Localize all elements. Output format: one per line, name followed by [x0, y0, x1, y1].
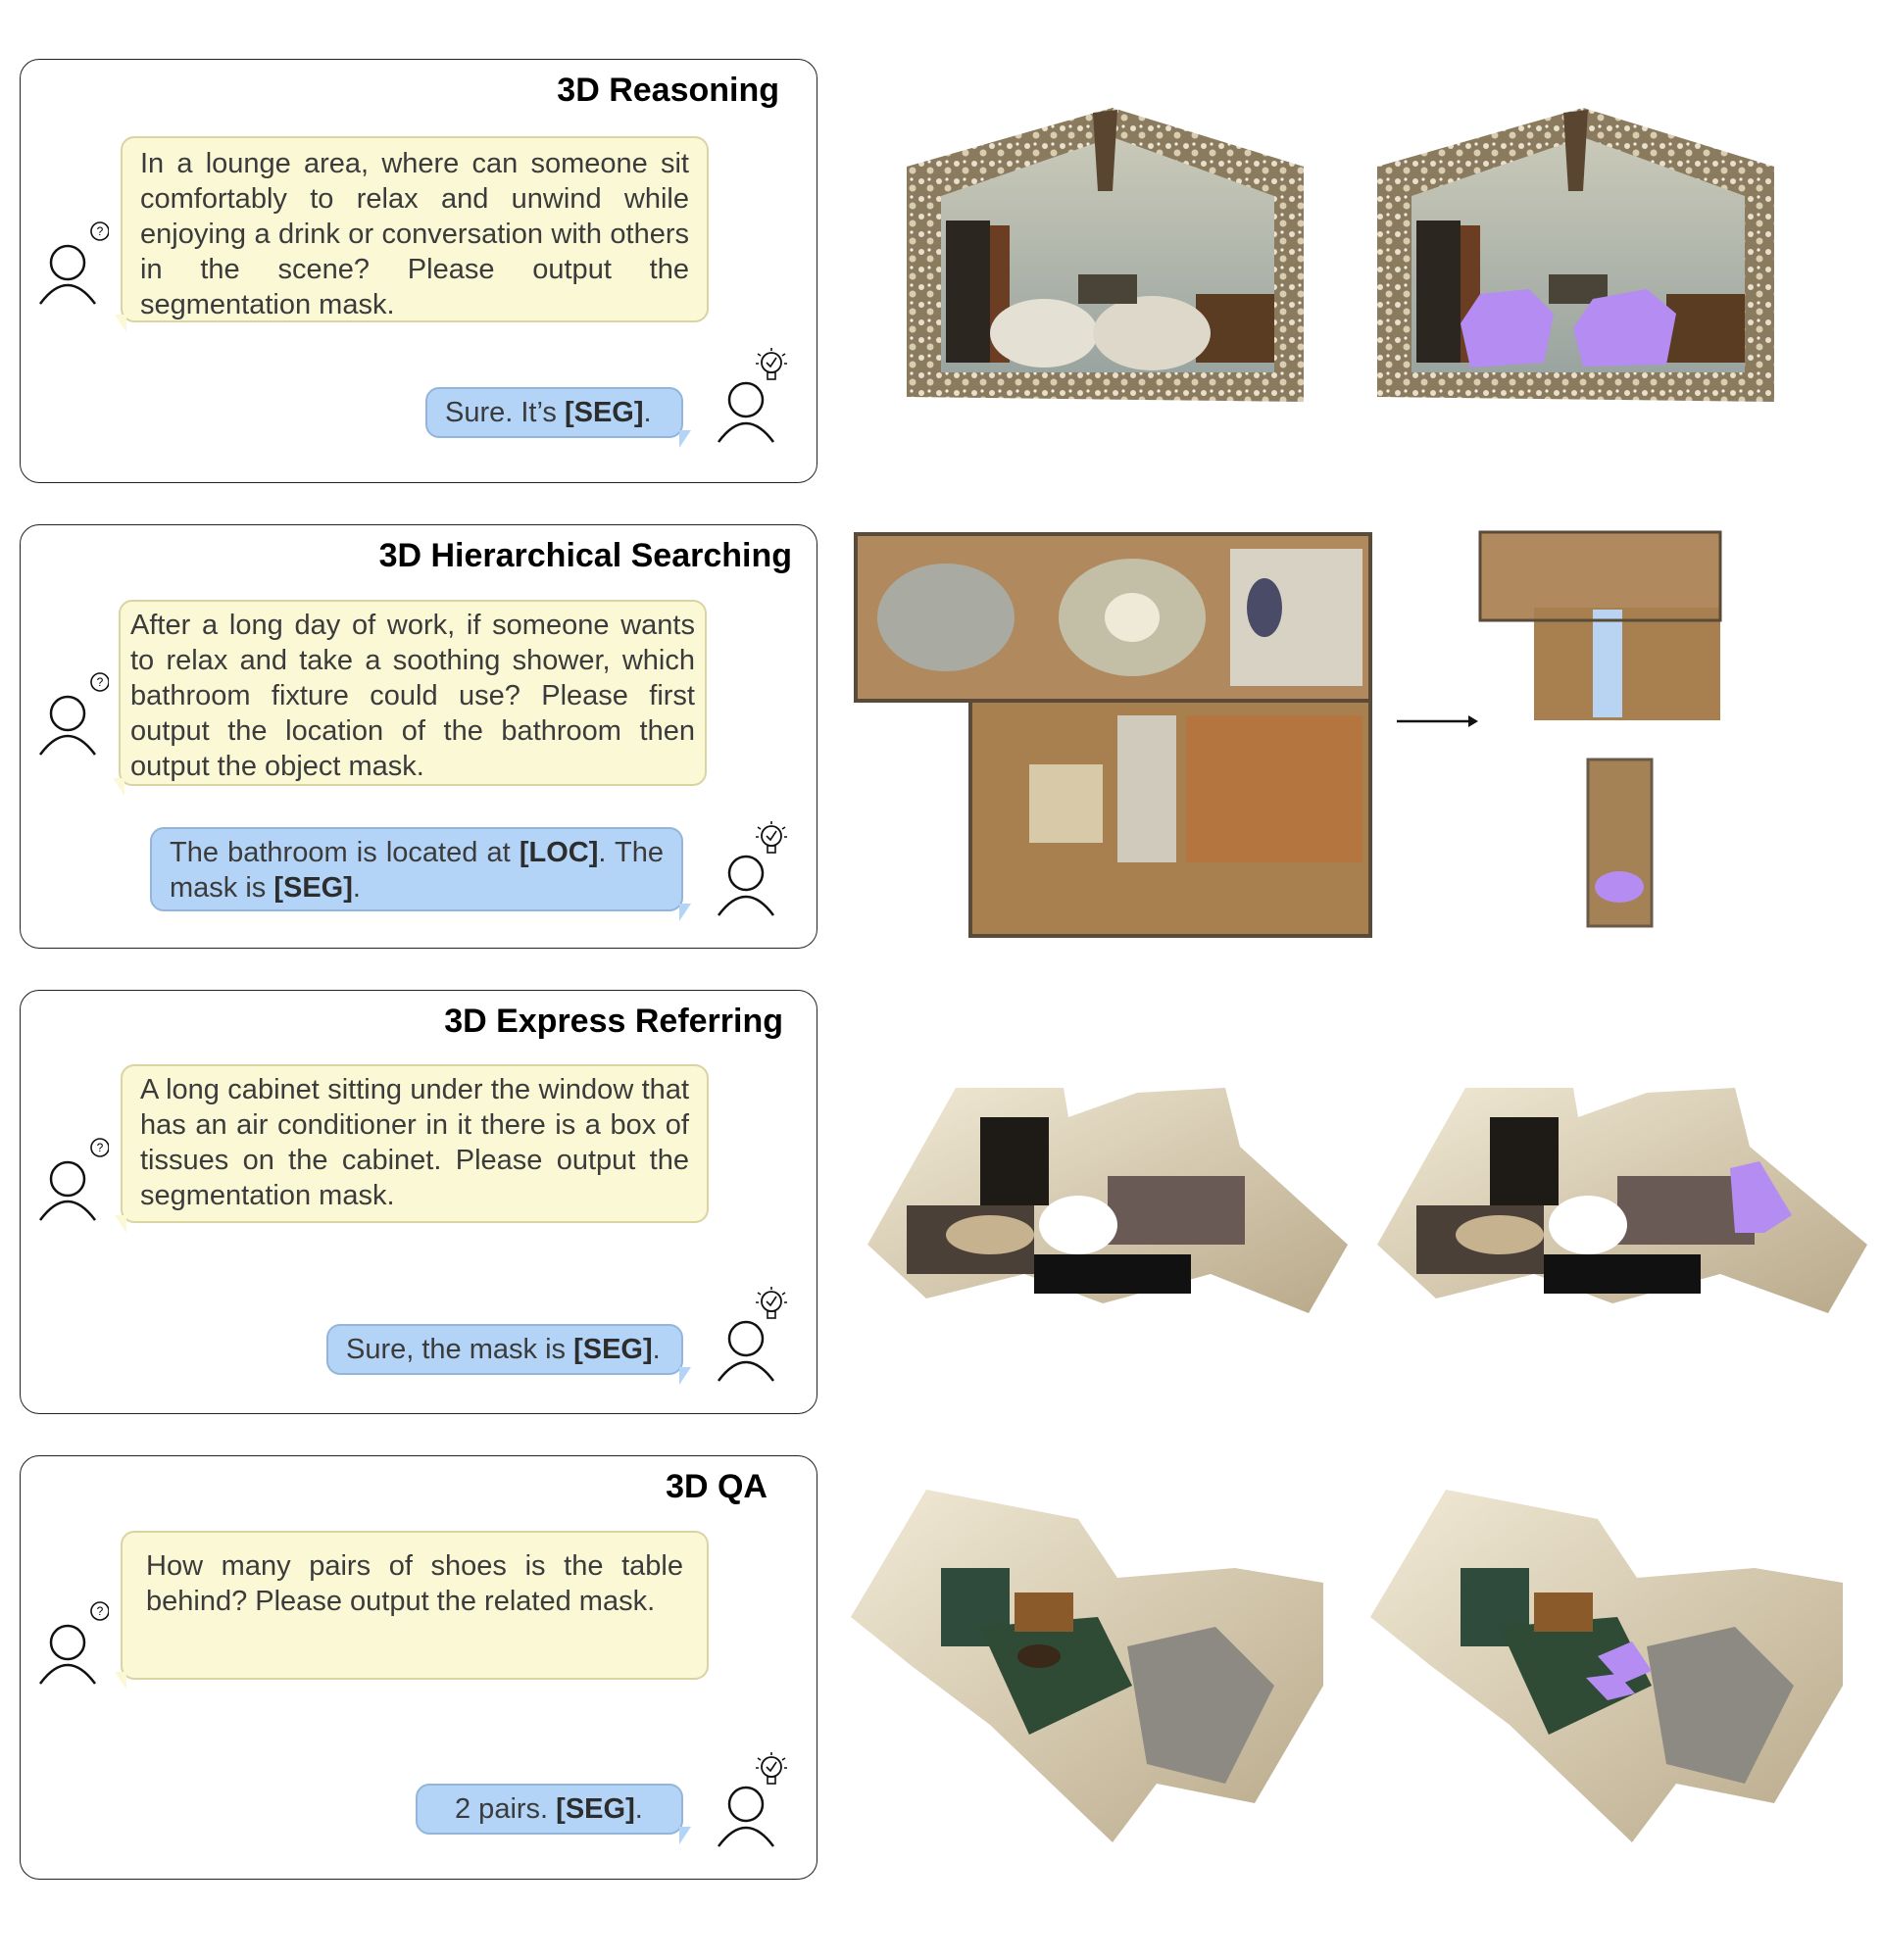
scene-shoes-input: [851, 1490, 1323, 1842]
scene-cabinet-input: [867, 1088, 1348, 1313]
answer-bubble: The bathroom is located at [LOC]. The ma…: [150, 827, 691, 921]
scene-shoes-output: [1370, 1490, 1843, 1842]
panel-title: 3D Express Referring: [444, 1003, 783, 1040]
answer-period: .: [634, 1793, 643, 1825]
panel-3d-qa: 3D QA ? How many pairs of shoes is the t…: [20, 1455, 817, 1880]
segmentation-mask: [1730, 1161, 1792, 1233]
assistant-lightbulb-icon: [717, 1287, 787, 1382]
segmentation-mask: [1461, 289, 1554, 368]
question-text: How many pairs of shoes is the table beh…: [146, 1550, 683, 1617]
segmentation-mask: [1586, 1674, 1635, 1700]
question-text: After a long day of work, if someone wan…: [130, 610, 695, 782]
question-bubble: How many pairs of shoes is the table beh…: [115, 1531, 709, 1690]
svg-text:?: ?: [97, 1141, 104, 1154]
assistant-lightbulb-icon: [717, 348, 787, 443]
seg-token: [SEG]: [556, 1793, 635, 1825]
user-question-icon: ?: [38, 1601, 109, 1685]
assistant-lightbulb-icon: [717, 821, 787, 916]
question-bubble: After a long day of work, if someone wan…: [113, 600, 707, 796]
answer-bubble: Sure, the mask is [SEG].: [326, 1324, 691, 1385]
question-text: A long cabinet sitting under the window …: [140, 1074, 689, 1211]
svg-text:?: ?: [97, 1604, 104, 1618]
seg-token: [SEG]: [564, 397, 644, 428]
answer-text: Sure. It’s: [445, 397, 565, 428]
answer-bubble: Sure. It’s [SEG].: [425, 387, 691, 448]
scene-lounge-input: [907, 108, 1304, 402]
loc-token: [LOC]: [519, 837, 599, 868]
answer-period: .: [352, 872, 361, 904]
panel-title: 3D Reasoning: [557, 72, 779, 109]
answer-bubble: 2 pairs. [SEG].: [416, 1784, 691, 1844]
answer-text: Sure, the mask is: [346, 1334, 574, 1365]
assistant-lightbulb-icon: [717, 1752, 787, 1847]
question-text: In a lounge area, where can someone sit …: [140, 148, 689, 320]
seg-token: [SEG]: [573, 1334, 653, 1365]
panel-title: 3D QA: [666, 1468, 768, 1505]
answer-text: 2 pairs.: [455, 1793, 557, 1825]
user-question-icon: ?: [38, 672, 109, 756]
panel-3d-hierarchical-searching: 3D Hierarchical Searching ? After a long…: [20, 524, 817, 949]
scene-floorplan-input: [854, 532, 1372, 938]
answer-period: .: [643, 397, 652, 428]
segmentation-mask: [1573, 289, 1676, 367]
svg-text:?: ?: [97, 675, 104, 689]
arrow-head-icon: [1468, 715, 1478, 727]
scene-lounge-output: [1377, 108, 1774, 402]
user-question-icon: ?: [38, 1138, 109, 1221]
answer-period: .: [652, 1334, 661, 1365]
scene-cabinet-output: [1377, 1088, 1867, 1313]
answer-text: The bathroom is located at: [170, 837, 520, 868]
question-bubble: In a lounge area, where can someone sit …: [115, 136, 709, 332]
panel-3d-reasoning: 3D Reasoning ? In a lounge area, where c…: [20, 59, 817, 483]
svg-text:?: ?: [97, 224, 104, 238]
segmentation-mask: [1598, 1642, 1652, 1684]
user-question-icon: ?: [38, 221, 109, 305]
question-bubble: A long cabinet sitting under the window …: [115, 1064, 709, 1233]
segmentation-mask: [1595, 871, 1644, 903]
panel-3d-express-referring: 3D Express Referring ? A long cabinet si…: [20, 990, 817, 1414]
scene-floorplan-output: [1478, 530, 1722, 928]
seg-token: [SEG]: [273, 872, 353, 904]
panel-title: 3D Hierarchical Searching: [378, 537, 792, 574]
